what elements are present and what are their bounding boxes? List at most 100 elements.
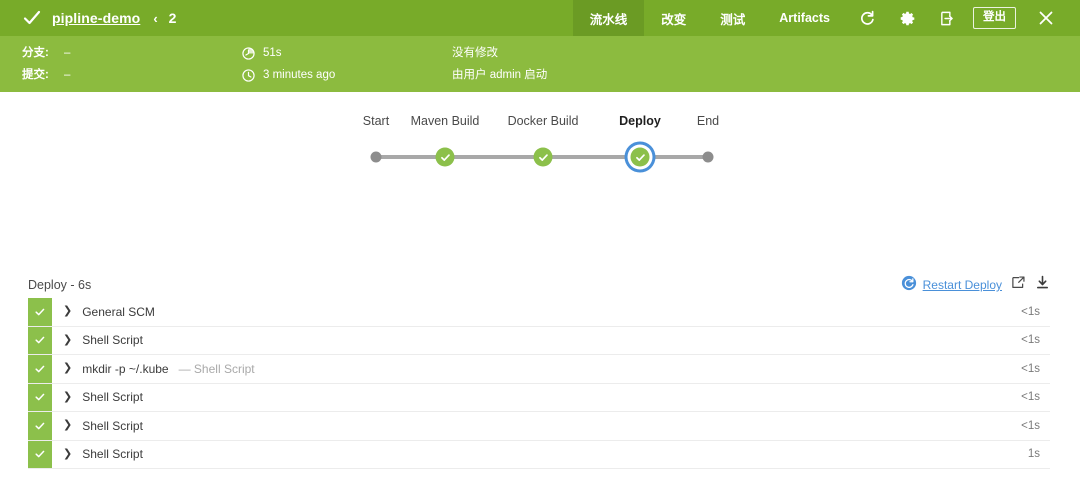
chevron-right-icon: ❯ — [63, 305, 73, 318]
run-separator: ‹ — [153, 10, 158, 26]
header-tabs: 流水线 改变 测试 Artifacts — [572, 0, 847, 36]
info-column-cause: 没有修改 由用户 admin 启动 — [452, 46, 1058, 82]
header-run-info: pipline-demo ‹ 2 — [0, 0, 176, 36]
graph-node-docker-build[interactable] — [533, 147, 553, 167]
commit-value: – — [64, 69, 71, 81]
graph-label-maven-build: Maven Build — [410, 114, 480, 128]
time-value: 3 minutes ago — [263, 69, 336, 81]
graph-node-labels: Start Maven Build Docker Build Deploy En… — [360, 114, 730, 134]
graph-label-docker-build: Docker Build — [507, 114, 579, 128]
pipeline-graph: Start Maven Build Docker Build Deploy En… — [0, 92, 1080, 272]
close-icon[interactable] — [1026, 0, 1066, 36]
step-status-success — [28, 383, 52, 411]
gear-icon[interactable] — [887, 0, 927, 36]
step-status-success — [28, 326, 52, 354]
chevron-right-icon: ❯ — [63, 362, 73, 375]
graph-node-deploy[interactable] — [630, 147, 650, 167]
chevron-right-icon: ❯ — [63, 333, 73, 346]
info-column-timing: 51s 3 minutes ago — [242, 46, 452, 82]
graph-canvas: Start Maven Build Docker Build Deploy En… — [360, 114, 730, 174]
commit-row: 提交: – — [22, 68, 242, 82]
step-label: Shell Script — [82, 390, 143, 405]
graph-edge-docker-deploy — [543, 155, 640, 159]
graph-node-start[interactable] — [370, 151, 382, 163]
table-row[interactable]: ❯ Shell Script <1s — [28, 326, 1050, 355]
header-spacer — [176, 0, 572, 36]
info-column-scm: 分支: – 提交: – — [22, 46, 242, 82]
step-status-success — [28, 355, 52, 383]
step-label: Shell Script — [82, 333, 143, 348]
step-label: General SCM — [82, 304, 155, 319]
check-icon — [22, 8, 42, 28]
step-main[interactable]: ❯ Shell Script — [52, 441, 1028, 469]
duration-icon — [242, 46, 255, 60]
chevron-right-icon: ❯ — [63, 447, 73, 460]
table-row[interactable]: ❯ Shell Script <1s — [28, 412, 1050, 441]
end-dot-icon — [702, 151, 714, 163]
table-row[interactable]: ❯ mkdir -p ~/.kube — Shell Script <1s — [28, 355, 1050, 384]
step-status-success — [28, 298, 52, 326]
step-duration: <1s — [1021, 419, 1040, 432]
commit-label: 提交: — [22, 69, 49, 81]
graph-edge-maven-docker — [445, 155, 543, 159]
step-main[interactable]: ❯ Shell Script — [52, 412, 1021, 440]
time-row: 3 minutes ago — [242, 68, 452, 82]
run-info-bar: 分支: – 提交: – 51s 3 minutes ago 没有修改 由用户 a… — [0, 36, 1080, 92]
step-list: ❯ General SCM <1s ❯ Shell Script <1s ❯ m… — [0, 298, 1080, 469]
restart-deploy-label: Restart Deploy — [922, 278, 1002, 292]
graph-track — [360, 142, 730, 172]
graph-node-maven-build[interactable] — [435, 147, 455, 167]
run-name-link[interactable]: pipline-demo — [52, 10, 140, 26]
branch-label: 分支: — [22, 47, 49, 59]
changes-row: 没有修改 — [452, 46, 1058, 60]
download-icon[interactable] — [1035, 275, 1050, 295]
table-row[interactable]: ❯ General SCM <1s — [28, 298, 1050, 327]
step-label: Shell Script — [82, 447, 143, 462]
external-link-icon[interactable] — [1011, 275, 1026, 295]
branch-row: 分支: – — [22, 46, 242, 60]
success-check-icon — [435, 147, 455, 167]
login-arrow-icon[interactable] — [927, 0, 967, 36]
restart-deploy-button[interactable]: Restart Deploy — [901, 275, 1002, 296]
graph-label-start: Start — [362, 114, 390, 128]
step-main[interactable]: ❯ mkdir -p ~/.kube — Shell Script — [52, 355, 1021, 383]
tab-changes[interactable]: 改变 — [644, 0, 703, 36]
cause-text: 由用户 admin 启动 — [452, 69, 548, 81]
step-duration: <1s — [1021, 334, 1040, 347]
changes-text: 没有修改 — [452, 47, 498, 59]
step-main[interactable]: ❯ Shell Script — [52, 327, 1021, 355]
graph-label-deploy: Deploy — [619, 114, 661, 128]
step-main[interactable]: ❯ Shell Script — [52, 384, 1021, 412]
duration-row: 51s — [242, 46, 452, 60]
stage-header: Deploy - 6s Restart Deploy — [0, 272, 1080, 298]
step-duration: 1s — [1027, 448, 1040, 461]
chevron-right-icon: ❯ — [63, 390, 73, 403]
run-number: 2 — [168, 10, 177, 26]
graph-edge-deploy-end — [640, 155, 708, 159]
stage-actions: Restart Deploy — [901, 275, 1050, 296]
step-duration: <1s — [1021, 305, 1040, 318]
start-dot-icon — [370, 151, 382, 163]
graph-label-end: End — [696, 114, 720, 128]
tab-artifacts[interactable]: Artifacts — [762, 0, 847, 36]
header-actions: 登出 — [847, 0, 1080, 36]
step-sublabel: — Shell Script — [178, 361, 255, 376]
duration-value: 51s — [263, 47, 282, 59]
tab-tests[interactable]: 测试 — [703, 0, 762, 36]
table-row[interactable]: ❯ Shell Script <1s — [28, 383, 1050, 412]
cause-row: 由用户 admin 启动 — [452, 68, 1058, 82]
branch-value: – — [64, 47, 71, 59]
logout-button[interactable]: 登出 — [973, 7, 1016, 29]
step-status-success — [28, 440, 52, 468]
rerun-icon[interactable] — [847, 0, 887, 36]
stage-title: Deploy - 6s — [28, 278, 92, 292]
table-row[interactable]: ❯ Shell Script 1s — [28, 440, 1050, 469]
step-main[interactable]: ❯ General SCM — [52, 298, 1021, 326]
step-duration: <1s — [1021, 362, 1040, 375]
success-check-icon-selected — [630, 147, 650, 167]
step-label: mkdir -p ~/.kube — [82, 361, 169, 376]
step-duration: <1s — [1021, 391, 1040, 404]
graph-node-end[interactable] — [702, 151, 714, 163]
chevron-right-icon: ❯ — [63, 419, 73, 432]
tab-pipeline[interactable]: 流水线 — [572, 0, 645, 36]
